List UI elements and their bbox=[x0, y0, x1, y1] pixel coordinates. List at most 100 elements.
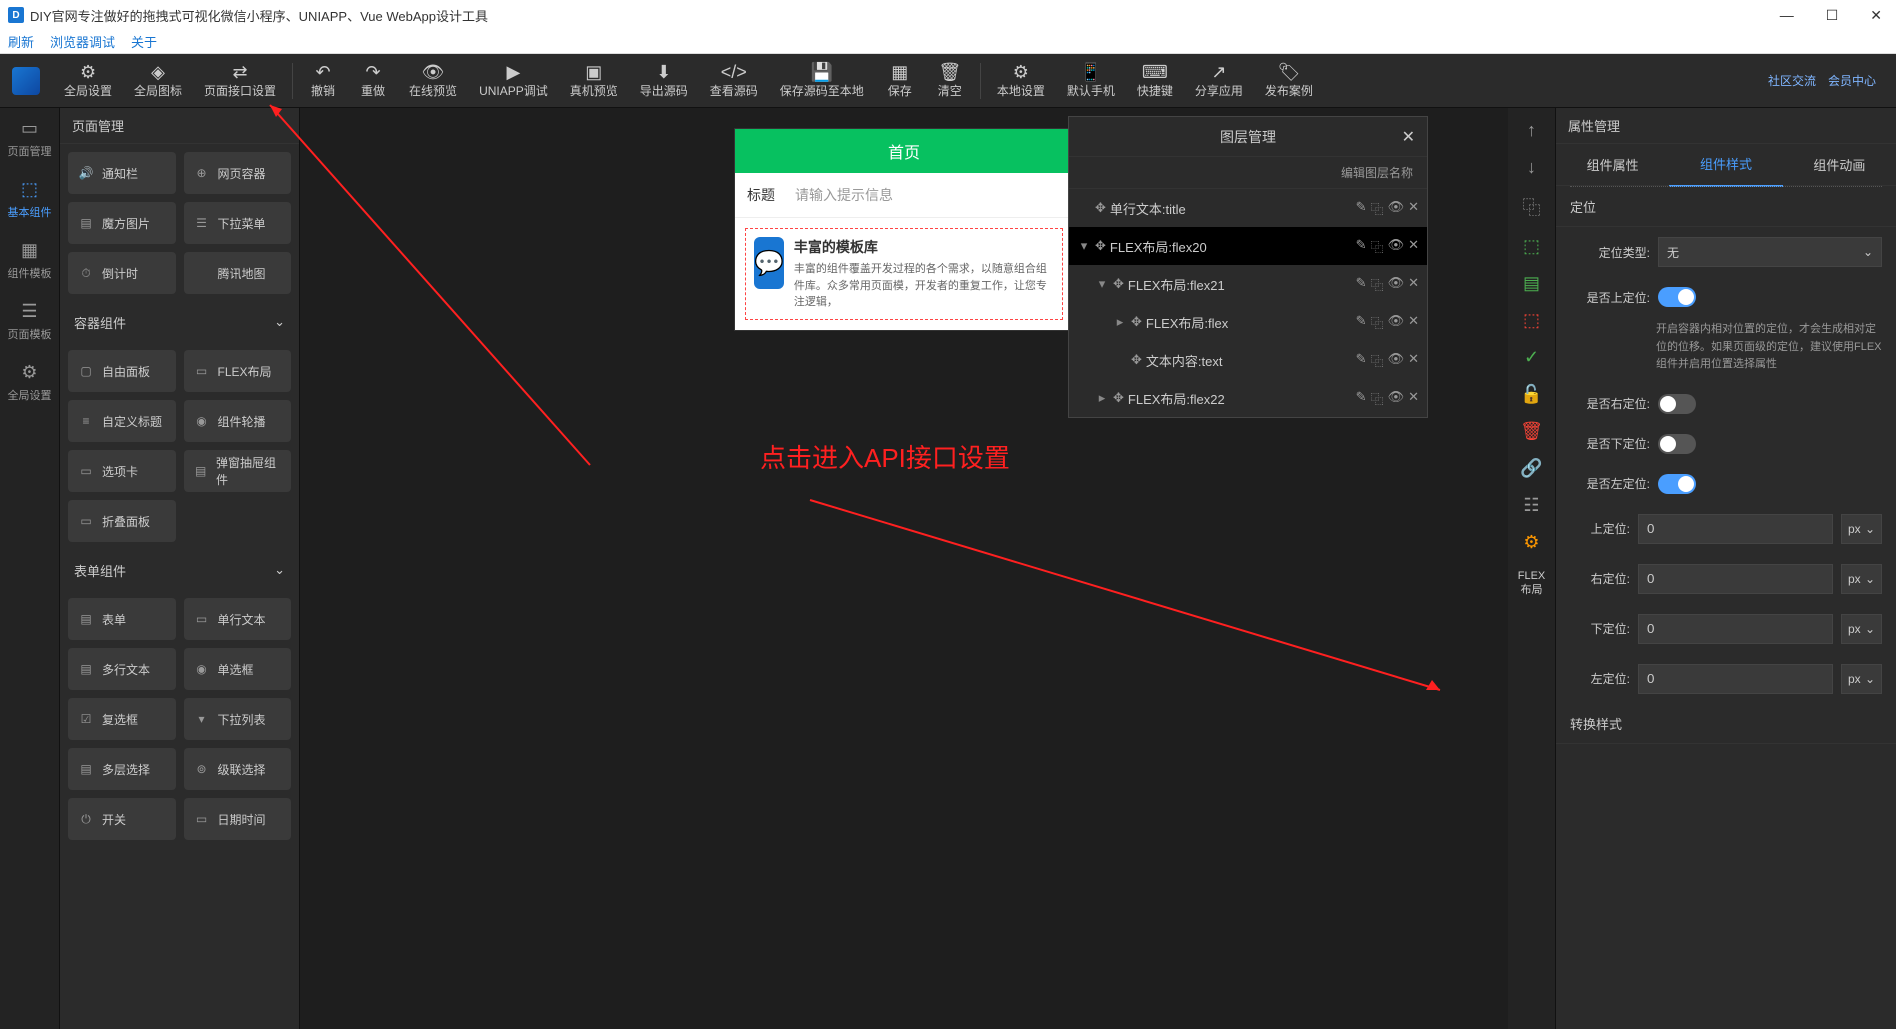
edit-icon[interactable]: ✎ bbox=[1356, 275, 1367, 294]
rail-page-manage[interactable]: ▭页面管理 bbox=[0, 108, 59, 169]
visibility-icon[interactable]: 👁 bbox=[1388, 275, 1405, 294]
tool-save-local[interactable]: 💾保存源码至本地 bbox=[770, 58, 874, 103]
unit-top[interactable]: px⌄ bbox=[1841, 514, 1882, 544]
visibility-icon[interactable]: 👁 bbox=[1388, 237, 1405, 256]
rail-global-settings[interactable]: ⚙全局设置 bbox=[0, 352, 59, 413]
maximize-button[interactable]: ☐ bbox=[1820, 5, 1845, 26]
flex-layout-label[interactable]: FLEX布局 bbox=[1518, 569, 1546, 598]
menu-about[interactable]: 关于 bbox=[131, 32, 157, 51]
layer-row[interactable]: ✥文本内容:text✎⿻👁✕ bbox=[1069, 341, 1427, 379]
tool-preview[interactable]: 👁在线预览 bbox=[399, 58, 467, 103]
tool-export-code[interactable]: ⬇导出源码 bbox=[630, 58, 698, 103]
comp-tabs[interactable]: ▭选项卡 bbox=[68, 450, 176, 492]
tool-page-api-settings[interactable]: ⇄页面接口设置 bbox=[194, 58, 286, 103]
move-icon[interactable]: ✥ bbox=[1113, 276, 1124, 292]
note-icon[interactable]: ▤ bbox=[1523, 273, 1540, 294]
delete-icon[interactable]: ✕ bbox=[1408, 313, 1419, 332]
comp-dropdown-list[interactable]: ▾下拉列表 bbox=[184, 698, 292, 740]
minimize-button[interactable]: — bbox=[1774, 5, 1800, 26]
comp-switch[interactable]: ⏻开关 bbox=[68, 798, 176, 840]
toggle-top-enable[interactable] bbox=[1658, 287, 1696, 307]
tool-save[interactable]: ▦保存 bbox=[876, 58, 924, 103]
tool-clear[interactable]: 🗑清空 bbox=[926, 58, 974, 103]
tool-global-icon[interactable]: ◈全局图标 bbox=[124, 58, 192, 103]
comp-carousel[interactable]: ◉组件轮播 bbox=[184, 400, 292, 442]
visibility-icon[interactable]: 👁 bbox=[1388, 389, 1405, 408]
edit-icon[interactable]: ✎ bbox=[1356, 313, 1367, 332]
layer-close-button[interactable]: ✕ bbox=[1402, 127, 1415, 147]
input-top-value[interactable] bbox=[1638, 514, 1833, 544]
tool-default-phone[interactable]: 📱默认手机 bbox=[1057, 58, 1125, 103]
edit-icon[interactable]: ✎ bbox=[1356, 351, 1367, 370]
layer-row[interactable]: ▾✥FLEX布局:flex20✎⿻👁✕ bbox=[1069, 227, 1427, 265]
tool-uniapp-debug[interactable]: ▶UNIAPP调试 bbox=[469, 58, 558, 103]
comp-magic-image[interactable]: ▤魔方图片 bbox=[68, 202, 176, 244]
comp-tencent-map[interactable]: 腾讯地图 bbox=[184, 252, 292, 294]
rail-basic-components[interactable]: ⬚基本组件 bbox=[0, 169, 59, 230]
copy-icon[interactable]: ⿻ bbox=[1371, 389, 1384, 408]
phone-preview[interactable]: 首页 标题 请输入提示信息 💬 丰富的模板库 丰富的组件覆盖开发过程的各个需求，… bbox=[734, 128, 1074, 331]
comp-multi-line-text[interactable]: ▤多行文本 bbox=[68, 648, 176, 690]
copy-icon[interactable]: ⿻ bbox=[1371, 199, 1384, 218]
move-icon[interactable]: ✥ bbox=[1131, 352, 1142, 368]
input-right-value[interactable] bbox=[1638, 564, 1833, 594]
menu-refresh[interactable]: 刷新 bbox=[8, 32, 34, 51]
comp-free-panel[interactable]: ▢自由面板 bbox=[68, 350, 176, 392]
comp-checkbox[interactable]: ☑复选框 bbox=[68, 698, 176, 740]
caret-icon[interactable]: ▾ bbox=[1077, 238, 1091, 254]
copy-icon[interactable]: ⿻ bbox=[1371, 313, 1384, 332]
edit-icon[interactable]: ✎ bbox=[1356, 389, 1367, 408]
toggle-left-enable[interactable] bbox=[1658, 474, 1696, 494]
comp-single-line-text[interactable]: ▭单行文本 bbox=[184, 598, 292, 640]
layer-row[interactable]: ✥单行文本:title✎⿻👁✕ bbox=[1069, 189, 1427, 227]
comp-notice-bar[interactable]: 🔊通知栏 bbox=[68, 152, 176, 194]
comp-multi-select[interactable]: ▤多层选择 bbox=[68, 748, 176, 790]
comp-drawer[interactable]: ▤弹窗抽屉组件 bbox=[184, 450, 292, 492]
tab-component-style[interactable]: 组件样式 bbox=[1669, 142, 1782, 187]
layer-row[interactable]: ▸✥FLEX布局:flex22✎⿻👁✕ bbox=[1069, 379, 1427, 417]
plugin-green-icon[interactable]: ⬚ bbox=[1523, 236, 1540, 257]
caret-icon[interactable]: ▸ bbox=[1095, 390, 1109, 406]
comp-dropdown-menu[interactable]: ☰下拉菜单 bbox=[184, 202, 292, 244]
link-community[interactable]: 社区交流 bbox=[1768, 72, 1816, 89]
delete-icon[interactable]: ✕ bbox=[1408, 237, 1419, 256]
visibility-icon[interactable]: 👁 bbox=[1388, 199, 1405, 218]
move-icon[interactable]: ✥ bbox=[1113, 390, 1124, 406]
layers-icon[interactable]: ☷ bbox=[1523, 495, 1539, 516]
menu-browser-debug[interactable]: 浏览器调试 bbox=[50, 32, 115, 51]
tool-device-preview[interactable]: ▣真机预览 bbox=[560, 58, 628, 103]
close-button[interactable]: ✕ bbox=[1864, 5, 1888, 26]
copy-icon[interactable]: ⿻ bbox=[1371, 275, 1384, 294]
delete-icon[interactable]: ✕ bbox=[1408, 199, 1419, 218]
tool-redo[interactable]: ↷重做 bbox=[349, 58, 397, 103]
rail-page-template[interactable]: ☰页面模板 bbox=[0, 291, 59, 352]
edit-icon[interactable]: ✎ bbox=[1356, 199, 1367, 218]
delete-icon[interactable]: ✕ bbox=[1408, 275, 1419, 294]
comp-collapse-panel[interactable]: ▭折叠面板 bbox=[68, 500, 176, 542]
gear-orange-icon[interactable]: ⚙ bbox=[1523, 532, 1539, 553]
edit-icon[interactable]: ✎ bbox=[1356, 237, 1367, 256]
link-member-center[interactable]: 会员中心 bbox=[1828, 72, 1876, 89]
copy-icon[interactable]: ⿻ bbox=[1523, 194, 1541, 220]
rail-component-template[interactable]: ▦组件模板 bbox=[0, 230, 59, 291]
tool-publish[interactable]: 🏷发布案例 bbox=[1255, 58, 1323, 103]
lock-icon[interactable]: 🔓 bbox=[1520, 384, 1542, 405]
copy-icon[interactable]: ⿻ bbox=[1371, 351, 1384, 370]
tool-view-code[interactable]: </>查看源码 bbox=[700, 58, 768, 103]
position-type-select[interactable]: 无⌄ bbox=[1658, 237, 1882, 267]
comp-web-container[interactable]: ⊕网页容器 bbox=[184, 152, 292, 194]
tool-local-settings[interactable]: ⚙本地设置 bbox=[987, 58, 1055, 103]
group-form[interactable]: 表单组件⌄ bbox=[60, 550, 299, 590]
comp-custom-title[interactable]: ≡自定义标题 bbox=[68, 400, 176, 442]
copy-icon[interactable]: ⿻ bbox=[1371, 237, 1384, 256]
visibility-icon[interactable]: 👁 bbox=[1388, 313, 1405, 332]
toggle-right-enable[interactable] bbox=[1658, 394, 1696, 414]
comp-datetime[interactable]: ▭日期时间 bbox=[184, 798, 292, 840]
tab-component-animation[interactable]: 组件动画 bbox=[1783, 143, 1896, 186]
delete-icon[interactable]: ✕ bbox=[1408, 389, 1419, 408]
arrow-up-icon[interactable]: ↑ bbox=[1527, 120, 1536, 141]
arrow-down-icon[interactable]: ↓ bbox=[1527, 157, 1536, 178]
unit-bottom[interactable]: px⌄ bbox=[1841, 614, 1882, 644]
visibility-icon[interactable]: 👁 bbox=[1388, 351, 1405, 370]
unit-right[interactable]: px⌄ bbox=[1841, 564, 1882, 594]
